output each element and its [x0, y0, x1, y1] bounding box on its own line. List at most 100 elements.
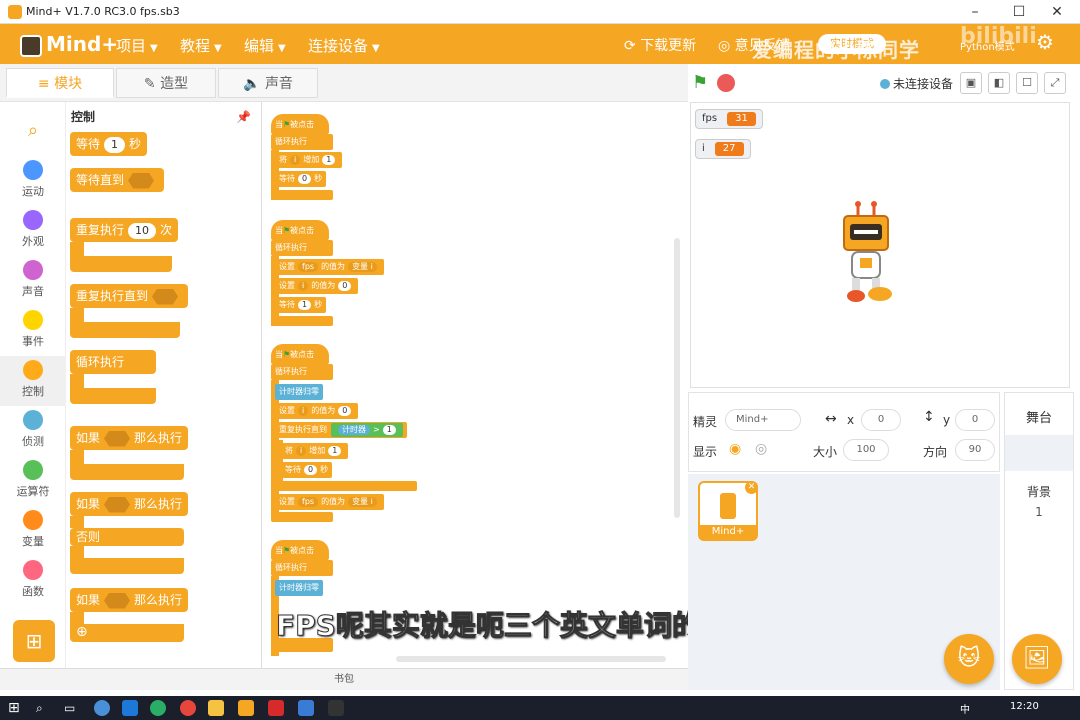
block-input[interactable]: 1 [298, 300, 312, 310]
large-stage-icon[interactable]: ☐ [1016, 72, 1038, 94]
block-input[interactable]: 1 [328, 446, 342, 456]
word-icon[interactable] [298, 700, 314, 716]
forever-block[interactable]: 循环执行 [271, 364, 333, 380]
block-if-then[interactable]: 如果 那么执行 [70, 426, 189, 450]
menu-edit[interactable]: 编辑 ▼ [244, 35, 286, 56]
fullscreen-icon[interactable]: ⤢ [1044, 72, 1066, 94]
category-functions[interactable]: 函数 [0, 560, 66, 599]
settings-gear-icon[interactable]: ⚙ [1036, 30, 1054, 54]
var-dropdown[interactable]: i [290, 155, 301, 165]
block-wait-until[interactable]: 等待直到 [70, 168, 165, 192]
task-view-icon[interactable]: ▭ [64, 700, 80, 716]
forever-block[interactable]: 循环执行 [271, 560, 333, 576]
add-sprite-button[interactable]: 🐱 [944, 634, 994, 684]
var-dropdown[interactable]: fps [298, 262, 319, 272]
wechat-icon[interactable] [150, 700, 166, 716]
event-flag-hat-block[interactable]: 当⚑被点击 [271, 540, 329, 560]
var-dropdown[interactable]: i [298, 406, 309, 416]
update-link[interactable]: ⟳ 下载更新 [624, 35, 696, 55]
reset-timer-block[interactable]: 计时器归零 [275, 384, 323, 400]
var-dropdown[interactable]: i [298, 281, 309, 291]
add-branch-icon[interactable]: ⊕ [70, 624, 184, 642]
block-input[interactable]: 1 [104, 137, 126, 153]
category-looks[interactable]: 外观 [0, 210, 66, 249]
block-input[interactable]: 10 [128, 223, 157, 239]
eye-visible-icon[interactable]: ◉ [729, 441, 741, 457]
set-var-block[interactable]: 设置 fps 的值为 变量 i [275, 494, 384, 510]
event-flag-hat-block[interactable]: 当⚑被点击 [271, 220, 329, 240]
block-input[interactable]: 0 [338, 406, 352, 416]
menu-project[interactable]: 项目 ▼ [116, 35, 158, 56]
backpack-bar[interactable]: 书包 [0, 668, 688, 690]
category-variables[interactable]: 变量 [0, 510, 66, 549]
terminal-icon[interactable] [328, 700, 344, 716]
device-connection-status[interactable]: 未连接设备 [880, 75, 953, 92]
var-dropdown[interactable]: fps [298, 497, 319, 507]
mindplus-taskbar-icon[interactable] [238, 700, 254, 716]
normal-stage-icon[interactable]: ◧ [988, 72, 1010, 94]
green-flag-icon[interactable]: ⚑ [692, 74, 710, 92]
block-if-else[interactable]: 如果 那么执行 [70, 492, 189, 516]
block-if-then-2[interactable]: 如果 那么执行 [70, 588, 189, 612]
eye-hidden-icon[interactable]: ◎ [755, 441, 767, 457]
stop-icon[interactable] [717, 74, 735, 92]
tab-sounds[interactable]: 🔈 声音 [218, 68, 318, 98]
category-events[interactable]: 事件 [0, 310, 66, 349]
edge-icon[interactable] [122, 700, 138, 716]
direction-input[interactable]: 90 [955, 439, 995, 461]
size-input[interactable]: 100 [843, 439, 889, 461]
var-dropdown[interactable]: i [296, 446, 307, 456]
taskbar-clock[interactable]: 12:20 [1010, 701, 1039, 712]
minimize-button[interactable]: – [960, 2, 990, 22]
block-forever[interactable]: 循环执行 [70, 350, 156, 374]
search-icon[interactable]: ⌕ [0, 120, 66, 141]
menu-connect[interactable]: 连接设备 ▼ [308, 35, 380, 56]
reset-timer-block[interactable]: 计时器归零 [275, 580, 323, 596]
category-sound[interactable]: 声音 [0, 260, 66, 299]
var-reporter[interactable]: 变量 i [348, 497, 377, 507]
set-var-block[interactable]: 设置 fps 的值为 变量 i [275, 259, 384, 275]
add-backdrop-button[interactable]: 🖼 [1012, 634, 1062, 684]
search-icon[interactable]: ⌕ [36, 700, 52, 716]
script-area[interactable]: 当⚑被点击 循环执行 将 i 增加 1 等待 0 秒 当⚑被点击 循环执行 设置 fps 的值… [263, 102, 687, 668]
sprite-card[interactable]: Mind+ ✕ [698, 481, 758, 541]
block-wait[interactable]: 等待 1 秒 [70, 132, 148, 156]
block-repeat[interactable]: 重复执行 10 次 [70, 218, 179, 242]
wait-block[interactable]: 等待 0 秒 [275, 171, 327, 187]
script-vertical-scrollbar[interactable] [674, 238, 680, 518]
delete-icon[interactable]: ✕ [745, 481, 758, 494]
category-motion[interactable]: 运动 [0, 160, 66, 199]
repeat-until-block[interactable]: 重复执行直到 计时器 >1 [275, 422, 407, 438]
change-var-block[interactable]: 将 i 增加 1 [275, 152, 343, 168]
change-var-block[interactable]: 将 i 增加 1 [281, 443, 349, 459]
block-input[interactable]: 1 [322, 155, 336, 165]
pin-icon[interactable]: 📌 [236, 110, 251, 124]
sprite-name-input[interactable]: Mind+ [725, 409, 801, 431]
add-extension-button[interactable]: ⊞ [13, 620, 55, 662]
timer-reporter[interactable]: 计时器 [338, 425, 370, 435]
var-reporter[interactable]: 变量 i [348, 262, 377, 272]
gt-operator-block[interactable]: 计时器 >1 [331, 423, 403, 437]
category-control[interactable]: 控制 [0, 356, 66, 406]
maximize-button[interactable]: ☐ [1004, 2, 1034, 22]
tab-costumes[interactable]: ✎ 造型 [116, 68, 216, 98]
forever-block[interactable]: 循环执行 [271, 240, 333, 256]
category-operators[interactable]: 运算符 [0, 460, 66, 499]
category-sensing[interactable]: 侦测 [0, 410, 66, 449]
tab-code[interactable]: ≡ 模块 [6, 68, 114, 98]
block-input[interactable]: 0 [338, 281, 352, 291]
block-repeat-until[interactable]: 重复执行直到 [70, 284, 189, 308]
event-flag-hat-block[interactable]: 当⚑被点击 [271, 344, 329, 364]
wait-block[interactable]: 等待 1 秒 [275, 297, 327, 313]
small-stage-icon[interactable]: ▣ [960, 72, 982, 94]
wait-block[interactable]: 等待 0 秒 [281, 462, 333, 478]
browser-icon[interactable] [94, 700, 110, 716]
close-button[interactable]: ✕ [1042, 2, 1072, 22]
forever-block[interactable]: 循环执行 [271, 134, 333, 150]
block-input[interactable]: 0 [304, 465, 318, 475]
y-input[interactable]: 0 [955, 409, 995, 431]
block-input[interactable]: 0 [298, 174, 312, 184]
wps-icon[interactable] [268, 700, 284, 716]
windows-start-icon[interactable]: ⊞ [8, 700, 24, 716]
ime-indicator[interactable]: 中 [960, 701, 970, 716]
